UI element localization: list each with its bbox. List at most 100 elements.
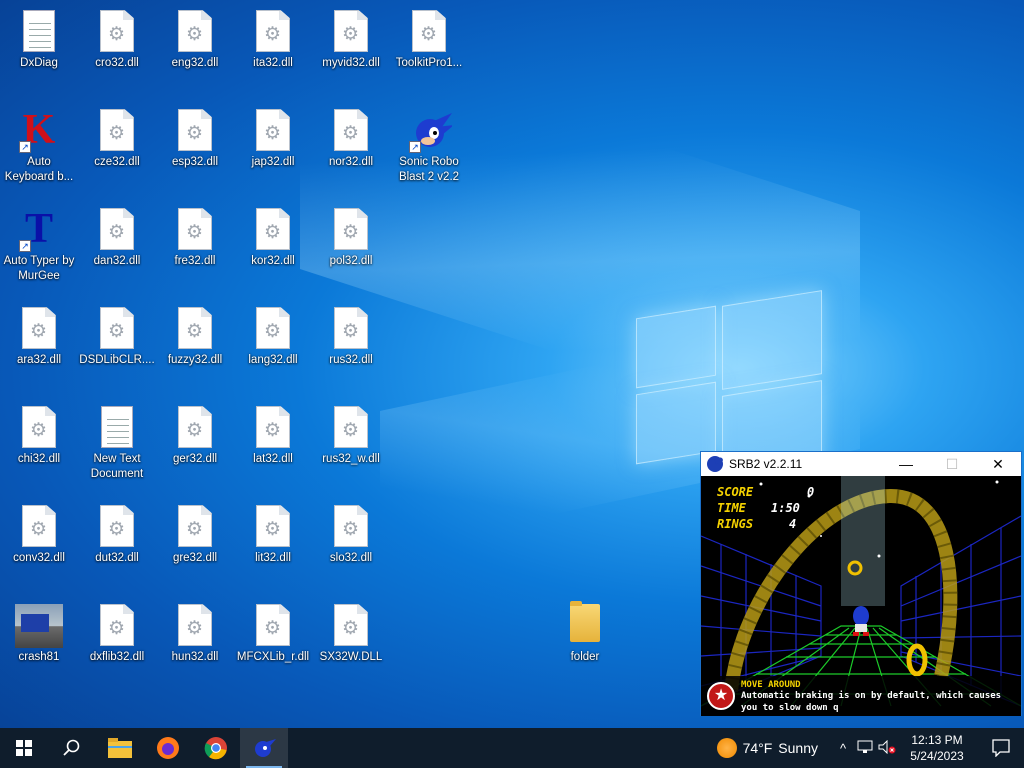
desktop-icon-label: rus32_w.dll <box>322 453 380 465</box>
desktop-icon-folder[interactable]: folder <box>546 596 624 692</box>
dll-file-icon: ⚙ <box>100 109 134 151</box>
notification-icon <box>992 739 1010 757</box>
desktop-icon-label: crash81 <box>18 651 60 663</box>
desktop-icon-label: myvid32.dll <box>322 57 380 69</box>
desktop-icon-auto-typer-by-murgee[interactable]: T ↗ Auto Typer by MurGee <box>0 200 78 296</box>
desktop-icon-rus32-w-dll[interactable]: ⚙ rus32_w.dll <box>312 398 390 494</box>
desktop-icon-label: fre32.dll <box>174 255 216 267</box>
desktop-icon-label: esp32.dll <box>171 156 219 168</box>
clock[interactable]: 12:13 PM 5/24/2023 <box>906 732 968 764</box>
desktop-icon-dxdiag[interactable]: DxDiag <box>0 2 78 98</box>
dll-file-icon: ⚙ <box>256 505 290 547</box>
desktop-icon-gre32-dll[interactable]: ⚙ gre32.dll <box>156 497 234 593</box>
dll-file-icon: ⚙ <box>334 604 368 646</box>
desktop-icon-toolkitpro1[interactable]: ⚙ ToolkitPro1... <box>390 2 468 98</box>
desktop-icon-cze32-dll[interactable]: ⚙ cze32.dll <box>78 101 156 197</box>
dll-file-icon: ⚙ <box>178 109 212 151</box>
desktop-icon-auto-keyboard-b[interactable]: K ↗ Auto Keyboard b... <box>0 101 78 197</box>
volume-muted-icon[interactable] <box>876 739 898 757</box>
taskbar-firefox[interactable] <box>144 728 192 768</box>
desktop-icon-ger32-dll[interactable]: ⚙ ger32.dll <box>156 398 234 494</box>
desktop-icon-dsdlibclr[interactable]: ⚙ DSDLibCLR.... <box>78 299 156 395</box>
desktop-icon-label: ara32.dll <box>16 354 62 366</box>
weather-widget[interactable]: 74°F Sunny <box>716 738 818 758</box>
desktop-icon-label: Sonic Robo Blast 2 v2.2 <box>398 156 460 183</box>
desktop-icon-new-text-document[interactable]: New Text Document <box>78 398 156 494</box>
desktop-icon-lit32-dll[interactable]: ⚙ lit32.dll <box>234 497 312 593</box>
desktop-icon-sx32w-dll[interactable]: ⚙ SX32W.DLL <box>312 596 390 692</box>
window-title: SRB2 v2.2.11 <box>729 457 803 471</box>
desktop-icon-label: lat32.dll <box>253 453 293 465</box>
desktop-icon-dan32-dll[interactable]: ⚙ dan32.dll <box>78 200 156 296</box>
rings-label: RINGS <box>717 517 754 531</box>
desktop-icon-slo32-dll[interactable]: ⚙ slo32.dll <box>312 497 390 593</box>
desktop-icon-label: slo32.dll <box>329 552 373 564</box>
desktop-icon-crash81[interactable]: crash81 <box>0 596 78 692</box>
desktop-icon-label: cze32.dll <box>94 156 140 168</box>
search-button[interactable] <box>48 728 96 768</box>
desktop-icon-label: MFCXLib_r.dll <box>236 651 310 663</box>
start-button[interactable] <box>0 728 48 768</box>
dll-file-icon: ⚙ <box>100 604 134 646</box>
taskbar-srb2[interactable] <box>240 728 288 768</box>
chrome-icon <box>204 737 227 760</box>
desktop-icon-label: hun32.dll <box>171 651 219 663</box>
maximize-button[interactable]: ☐ <box>929 452 975 476</box>
desktop-icon-label: DxDiag <box>20 57 58 69</box>
desktop-icon-nor32-dll[interactable]: ⚙ nor32.dll <box>312 101 390 197</box>
dll-file-icon: ⚙ <box>256 307 290 349</box>
desktop-icon-conv32-dll[interactable]: ⚙ conv32.dll <box>0 497 78 593</box>
desktop-icon-jap32-dll[interactable]: ⚙ jap32.dll <box>234 101 312 197</box>
minimize-button[interactable]: — <box>883 452 929 476</box>
desktop-icon-fre32-dll[interactable]: ⚙ fre32.dll <box>156 200 234 296</box>
sonic-icon: ↗ <box>409 109 454 153</box>
srb2-window[interactable]: SRB2 v2.2.11 — ☐ ✕ SCORE 0 TIME 1:50 RIN… <box>700 451 1022 716</box>
dll-file-icon: ⚙ <box>334 307 368 349</box>
dll-file-icon: ⚙ <box>334 10 368 52</box>
close-button[interactable]: ✕ <box>975 452 1021 476</box>
desktop-icon-label: SX32W.DLL <box>319 651 383 663</box>
desktop-icon-label: New Text Document <box>90 453 144 480</box>
desktop-icon-lat32-dll[interactable]: ⚙ lat32.dll <box>234 398 312 494</box>
dll-file-icon: ⚙ <box>22 505 56 547</box>
hud: SCORE 0 TIME 1:50 RINGS 4 <box>717 484 814 532</box>
desktop-icon-sonic-robo-blast-2-v2-2[interactable]: ↗ Sonic Robo Blast 2 v2.2 <box>390 101 468 197</box>
desktop-icon-cro32-dll[interactable]: ⚙ cro32.dll <box>78 2 156 98</box>
desktop-icon-lang32-dll[interactable]: ⚙ lang32.dll <box>234 299 312 395</box>
dll-file-icon: ⚙ <box>22 406 56 448</box>
taskbar-chrome[interactable] <box>192 728 240 768</box>
desktop-icon-rus32-dll[interactable]: ⚙ rus32.dll <box>312 299 390 395</box>
chevron-up-icon[interactable]: ^ <box>832 741 854 756</box>
dll-file-icon: ⚙ <box>256 10 290 52</box>
taskbar-file-explorer[interactable] <box>96 728 144 768</box>
notification-center-button[interactable] <box>978 728 1024 768</box>
desktop-icon-kor32-dll[interactable]: ⚙ kor32.dll <box>234 200 312 296</box>
desktop-icon-eng32-dll[interactable]: ⚙ eng32.dll <box>156 2 234 98</box>
desktop-icon-label: dan32.dll <box>93 255 141 267</box>
sonic-app-icon <box>707 456 723 472</box>
sonic-icon <box>255 739 276 757</box>
title-bar[interactable]: SRB2 v2.2.11 — ☐ ✕ <box>701 452 1021 476</box>
desktop-icon-dxflib32-dll[interactable]: ⚙ dxflib32.dll <box>78 596 156 692</box>
desktop-icon-esp32-dll[interactable]: ⚙ esp32.dll <box>156 101 234 197</box>
desktop-icon-label: lit32.dll <box>255 552 291 564</box>
dll-file-icon: ⚙ <box>334 505 368 547</box>
network-icon[interactable] <box>854 740 876 757</box>
desktop-icon-ara32-dll[interactable]: ⚙ ara32.dll <box>0 299 78 395</box>
desktop-icon-hun32-dll[interactable]: ⚙ hun32.dll <box>156 596 234 692</box>
desktop-icon-pol32-dll[interactable]: ⚙ pol32.dll <box>312 200 390 296</box>
dll-file-icon: ⚙ <box>334 109 368 151</box>
desktop-icon-fuzzy32-dll[interactable]: ⚙ fuzzy32.dll <box>156 299 234 395</box>
desktop-icon-label: chi32.dll <box>17 453 61 465</box>
dll-file-icon: ⚙ <box>412 10 446 52</box>
desktop-icon-dut32-dll[interactable]: ⚙ dut32.dll <box>78 497 156 593</box>
desktop-icon-ita32-dll[interactable]: ⚙ ita32.dll <box>234 2 312 98</box>
desktop-icon-mfcxlib-r-dll[interactable]: ⚙ MFCXLib_r.dll <box>234 596 312 692</box>
game-viewport[interactable]: SCORE 0 TIME 1:50 RINGS 4 ★ MOVE AROUND Aut… <box>701 476 1021 716</box>
dll-file-icon: ⚙ <box>100 307 134 349</box>
desktop-icon-chi32-dll[interactable]: ⚙ chi32.dll <box>0 398 78 494</box>
desktop-icon-label: Auto Keyboard b... <box>4 156 74 183</box>
desktop-icon-label: jap32.dll <box>251 156 295 168</box>
desktop-icon-myvid32-dll[interactable]: ⚙ myvid32.dll <box>312 2 390 98</box>
desktop-icon-label: folder <box>570 651 600 663</box>
